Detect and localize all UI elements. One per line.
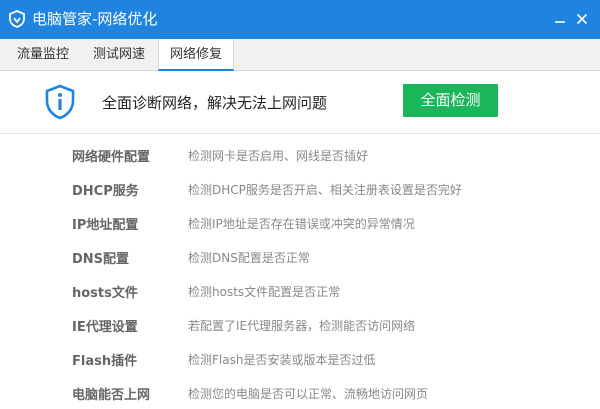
window-title: 电脑管家-网络优化 xyxy=(32,10,158,28)
repair-header: 全面诊断网络，解决无法上网问题 全面检测 xyxy=(0,71,600,134)
check-item-internet: 电脑能否上网 检测您的电脑是否可以正常、流畅地访问网页 xyxy=(0,375,600,409)
tab-bar: 流量监控 测试网速 网络修复 xyxy=(0,39,600,71)
minimize-icon xyxy=(555,21,565,23)
minimize-button[interactable] xyxy=(550,9,570,29)
check-item-ie-proxy: IE代理设置 若配置了IE代理服务器，检测能否访问网络 xyxy=(0,307,600,341)
check-item-desc: 检测您的电脑是否可以正常、流畅地访问网页 xyxy=(188,387,429,401)
check-item-dns: DNS配置 检测DNS配置是否正常 xyxy=(0,239,600,273)
check-item-name: 网络硬件配置 xyxy=(72,150,151,165)
title-bar: 电脑管家-网络优化 xyxy=(0,0,600,39)
tab-traffic-monitor[interactable]: 流量监控 xyxy=(8,39,78,70)
check-item-flash: Flash插件 检测Flash是否安装或版本是否过低 xyxy=(0,341,600,375)
check-item-hardware: 网络硬件配置 检测网卡是否启用、网线是否插好 xyxy=(0,137,600,171)
check-item-ip: IP地址配置 检测IP地址是否存在错误或冲突的异常情况 xyxy=(0,205,600,239)
full-scan-button[interactable]: 全面检测 xyxy=(403,84,498,117)
check-item-desc: 检测DHCP服务是否开启、相关注册表设置是否完好 xyxy=(188,183,462,197)
check-item-desc: 检测Flash是否安装或版本是否过低 xyxy=(188,353,376,367)
qq-pc-manager-logo-icon xyxy=(9,10,25,28)
check-item-name: IP地址配置 xyxy=(72,218,139,233)
check-item-dhcp: DHCP服务 检测DHCP服务是否开启、相关注册表设置是否完好 xyxy=(0,171,600,205)
check-item-hosts: hosts文件 检测hosts文件配置是否正常 xyxy=(0,273,600,307)
check-item-name: Flash插件 xyxy=(72,354,138,369)
info-shield-icon xyxy=(45,84,75,120)
close-button[interactable] xyxy=(572,9,592,29)
check-item-name: 电脑能否上网 xyxy=(72,388,151,403)
tab-speed-test[interactable]: 测试网速 xyxy=(84,39,154,70)
check-item-desc: 检测hosts文件配置是否正常 xyxy=(188,285,341,299)
check-item-name: DHCP服务 xyxy=(72,184,139,199)
check-item-name: DNS配置 xyxy=(72,252,130,267)
check-item-desc: 检测IP地址是否存在错误或冲突的异常情况 xyxy=(188,217,415,231)
check-item-name: hosts文件 xyxy=(72,286,138,301)
check-item-desc: 检测DNS配置是否正常 xyxy=(188,251,310,265)
check-item-desc: 若配置了IE代理服务器，检测能否访问网络 xyxy=(188,319,416,333)
check-item-desc: 检测网卡是否启用、网线是否插好 xyxy=(188,149,369,163)
tab-network-repair[interactable]: 网络修复 xyxy=(158,39,234,71)
repair-headline: 全面诊断网络，解决无法上网问题 xyxy=(102,94,328,112)
check-item-name: IE代理设置 xyxy=(72,320,138,335)
close-icon xyxy=(576,13,588,25)
